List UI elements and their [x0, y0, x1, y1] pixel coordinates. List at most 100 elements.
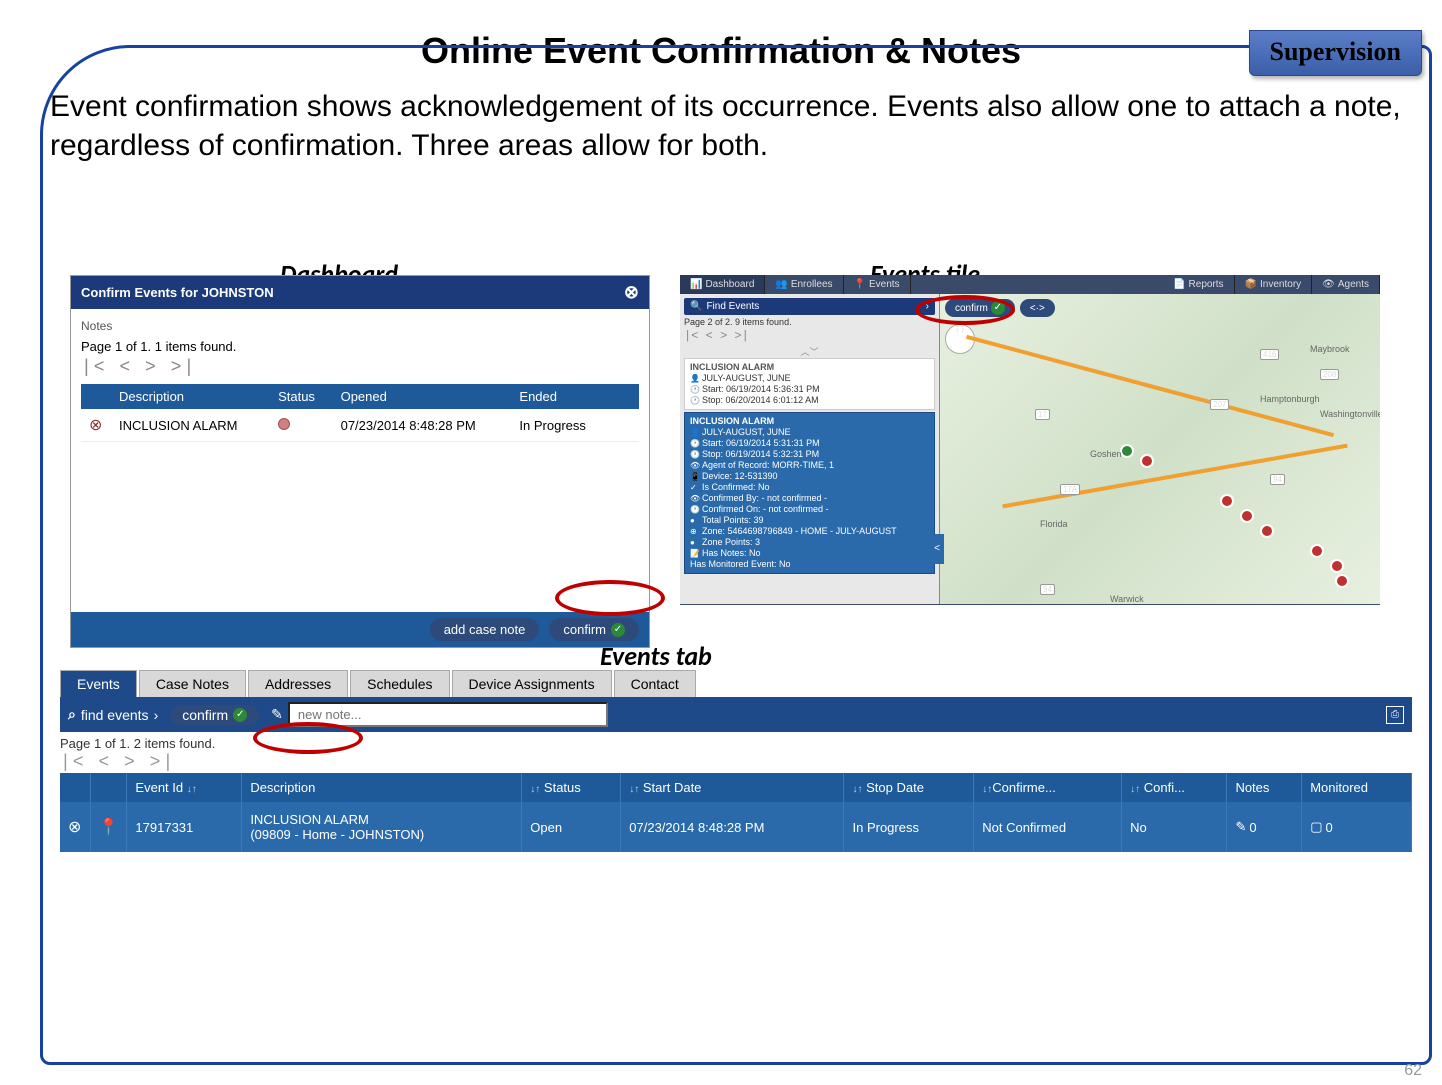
sort-icon: ↓↑ [530, 784, 540, 795]
tab-events[interactable]: 📍 Events [844, 275, 911, 294]
map-marker-icon[interactable] [1335, 574, 1349, 588]
tab-inventory[interactable]: 📦 Inventory [1235, 275, 1313, 294]
col-description[interactable]: Description [242, 773, 522, 802]
map-marker-icon[interactable] [1240, 509, 1254, 523]
map-panel[interactable]: confirm ✓ <·> ⟨ ⟩ 416 208 207 17 17A 94 … [940, 294, 1380, 604]
tile-pager[interactable]: |< < > >| [684, 329, 935, 343]
status-dot-icon [278, 418, 290, 430]
card-person: JULY-AUGUST, JUNE [702, 427, 791, 437]
cell-ended: In Progress [511, 409, 609, 442]
confirm-button[interactable]: confirm ✓ [549, 618, 639, 641]
map-label: 17 [1035, 409, 1050, 420]
col-status[interactable]: Status [270, 384, 333, 409]
tab-dashboard[interactable]: 📊 Dashboard [680, 275, 765, 294]
col-event-id[interactable]: Event Id ↓↑ [127, 773, 242, 802]
cell-status: Open [522, 802, 621, 852]
pin-icon[interactable]: 📍 [99, 819, 119, 836]
col-start[interactable]: ↓↑ Start Date [621, 773, 844, 802]
map-label: 94 [1270, 474, 1285, 485]
tab-reports[interactable]: 📄 Reports [1163, 275, 1234, 294]
tab-contact[interactable]: Contact [614, 670, 696, 697]
close-icon[interactable]: ⊗ [68, 819, 81, 836]
col-confirmed[interactable]: ↓↑Confirme... [974, 773, 1122, 802]
clock-icon: 🕐 [690, 396, 699, 405]
search-icon: 🔍 [690, 301, 702, 312]
cell-monitored[interactable]: ▢0 [1302, 802, 1412, 852]
tab-device-assignments[interactable]: Device Assignments [452, 670, 612, 697]
map-place: Florida [1040, 519, 1068, 529]
tab-case-notes[interactable]: Case Notes [139, 670, 246, 697]
pager[interactable]: |< < > >| [81, 358, 639, 378]
map-marker-icon[interactable] [1120, 444, 1134, 458]
dashboard-body: Notes Page 1 of 1. 1 items found. |< < >… [71, 309, 649, 452]
expand-button[interactable]: <·> [1020, 299, 1055, 317]
map-label: 208 [1320, 369, 1339, 380]
map-marker-icon[interactable] [1310, 544, 1324, 558]
pager-last-icon[interactable]: >| [171, 358, 197, 378]
find-events-button[interactable]: 🔍 Find Events › [684, 298, 935, 315]
card-stop: Stop: 06/20/2014 6:01:12 AM [702, 395, 819, 405]
cell-notes[interactable]: ✎0 [1227, 802, 1302, 852]
map-label: 94 [1040, 584, 1055, 595]
col-monitored[interactable]: Monitored [1302, 773, 1412, 802]
col-status[interactable]: ↓↑ Status [522, 773, 621, 802]
map-marker-icon[interactable] [1260, 524, 1274, 538]
clock-icon: 🕐 [690, 450, 699, 459]
map-marker-icon[interactable] [1220, 494, 1234, 508]
pager-first-icon[interactable]: |< [60, 753, 86, 773]
events-tile-panel: 📊 Dashboard 👥 Enrollees 📍 Events 📄 Repor… [680, 275, 1380, 605]
new-note-field[interactable]: ✎ [271, 702, 608, 727]
table-row[interactable]: ⊗ INCLUSION ALARM 07/23/2014 8:48:28 PM … [81, 409, 639, 442]
confirm-label: confirm [955, 303, 988, 314]
dashboard-footer: add case note confirm ✓ [71, 612, 649, 647]
col-ended[interactable]: Ended [511, 384, 609, 409]
export-icon[interactable]: ⎙ [1386, 706, 1404, 724]
card-device: Device: 12-531390 [702, 471, 778, 481]
col-description[interactable]: Description [111, 384, 270, 409]
col-opened[interactable]: Opened [333, 384, 512, 409]
check-icon: ✓ [611, 623, 625, 637]
new-note-input[interactable] [288, 702, 608, 727]
pager-prev-icon[interactable]: < [119, 358, 132, 378]
confirm-button[interactable]: confirm ✓ [945, 299, 1015, 317]
confirm-button[interactable]: confirm ✓ [170, 705, 259, 725]
map-marker-icon[interactable] [1330, 559, 1344, 573]
card-start: Start: 06/19/2014 5:31:31 PM [702, 438, 820, 448]
note-icon: 📝 [690, 549, 699, 558]
add-case-note-button[interactable]: add case note [430, 618, 540, 641]
tab-agents[interactable]: 👁 Agents [1312, 275, 1380, 294]
check-icon: ✓ [690, 483, 699, 492]
collapse-left-icon[interactable]: < [930, 534, 944, 564]
alarm-card[interactable]: INCLUSION ALARM 👤JULY-AUGUST, JUNE 🕐Star… [684, 358, 935, 410]
et-pager[interactable]: |< < > >| [60, 753, 1412, 773]
dashboard-header: Confirm Events for JOHNSTON ⊗ [71, 276, 649, 309]
pager-prev-icon[interactable]: < [98, 753, 111, 773]
pager-next-icon[interactable]: > [124, 753, 137, 773]
tab-enrollees[interactable]: 👥 Enrollees [765, 275, 843, 294]
tab-schedules[interactable]: Schedules [350, 670, 449, 697]
tab-agents-label: Agents [1338, 279, 1369, 290]
eye-icon: 👁 [690, 494, 699, 503]
col-stop[interactable]: ↓↑ Stop Date [844, 773, 974, 802]
map-marker-icon[interactable] [1140, 454, 1154, 468]
card-confon: Confirmed On: - not confirmed - [702, 504, 829, 514]
pager-first-icon[interactable]: |< [81, 358, 107, 378]
tile-page-info: Page 2 of 2. 9 items found. [684, 317, 935, 327]
tab-addresses[interactable]: Addresses [248, 670, 348, 697]
clock-icon: 🕐 [690, 505, 699, 514]
cell-description: INCLUSION ALARM (09809 - Home - JOHNSTON… [242, 802, 522, 852]
card-zone: Zone: 5464698796849 - HOME - JULY-AUGUST [702, 526, 897, 536]
table-row[interactable]: ⊗ 📍 17917331 INCLUSION ALARM (09809 - Ho… [60, 802, 1412, 852]
col-notes[interactable]: Notes [1227, 773, 1302, 802]
alarm-card-selected[interactable]: INCLUSION ALARM 👤JULY-AUGUST, JUNE 🕐Star… [684, 412, 935, 574]
close-icon[interactable]: ⊗ [624, 282, 639, 303]
tab-events[interactable]: Events [60, 670, 137, 697]
close-icon[interactable]: ⊗ [89, 417, 102, 434]
card-hasnotes: Has Notes: No [702, 548, 761, 558]
pager-next-icon[interactable]: > [145, 358, 158, 378]
col-confi[interactable]: ↓↑ Confi... [1122, 773, 1227, 802]
card-stop: Stop: 06/19/2014 5:32:31 PM [702, 449, 819, 459]
collapse-icon[interactable]: ︿﹀ [684, 345, 935, 358]
find-events-button[interactable]: ⌕ find events › [68, 706, 158, 723]
pager-last-icon[interactable]: >| [150, 753, 176, 773]
